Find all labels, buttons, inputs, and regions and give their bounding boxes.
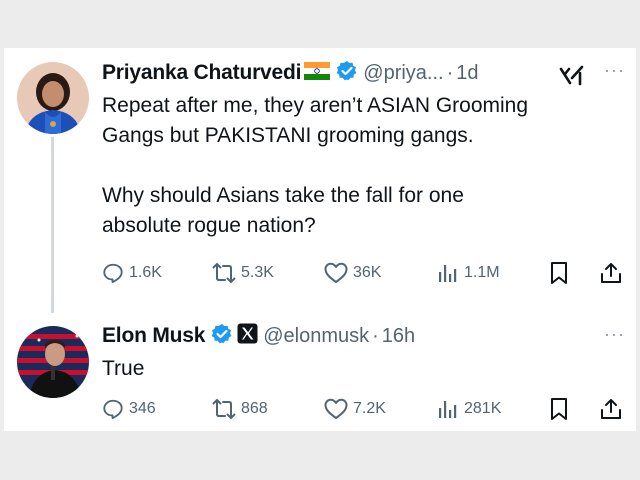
share-button[interactable]: [599, 260, 628, 286]
thread-connector: [51, 137, 54, 313]
text-line: Why should Asians take the fall for one: [102, 184, 464, 207]
repost-icon: [212, 263, 236, 283]
views-button[interactable]: 281K: [437, 396, 501, 422]
text-line: Gangs but PAKISTANI grooming gangs.: [102, 124, 474, 147]
share-icon: [601, 263, 621, 283]
avatar-image: [17, 326, 89, 398]
more-icon[interactable]: ···: [604, 60, 625, 81]
like-button[interactable]: 36K: [324, 260, 381, 286]
reply-count: 346: [129, 400, 156, 417]
author-handle[interactable]: @elonmusk: [263, 325, 369, 348]
repost-count: 5.3K: [241, 264, 274, 281]
india-flag-icon: [304, 61, 331, 85]
bookmark-icon: [551, 262, 567, 284]
views-button[interactable]: 1.1M: [437, 260, 500, 286]
verified-badge-icon: [211, 323, 233, 350]
more-icon[interactable]: ···: [604, 324, 625, 345]
repost-icon: [212, 399, 236, 419]
author-handle[interactable]: @priya...: [363, 62, 443, 85]
view-count: 1.1M: [464, 264, 500, 281]
views-chart-icon: [439, 265, 457, 282]
view-count: 281K: [464, 400, 502, 417]
action-bar: 346 868 7.2K 281K: [102, 396, 632, 422]
reply-button[interactable]: 346: [102, 396, 156, 422]
repost-button[interactable]: 868: [212, 396, 268, 422]
like-count: 36K: [353, 264, 382, 281]
timestamp[interactable]: 1d: [456, 62, 478, 85]
avatar[interactable]: [17, 62, 89, 134]
paragraph-1: Repeat after me, they aren’t ASIAN Groom…: [102, 91, 622, 151]
reply-button[interactable]: 1.6K: [102, 260, 162, 286]
bookmark-button[interactable]: [548, 396, 575, 422]
tweet-text: Repeat after me, they aren’t ASIAN Groom…: [102, 91, 622, 241]
avatar[interactable]: [17, 326, 89, 398]
text-line: Repeat after me, they aren’t ASIAN Groom…: [102, 94, 529, 117]
tweet-text: True: [102, 357, 145, 380]
action-bar: 1.6K 5.3K 36K 1.1M: [102, 260, 632, 286]
grok-icon[interactable]: [559, 65, 585, 92]
separator: ·: [446, 61, 454, 84]
author-name[interactable]: Elon Musk: [102, 324, 205, 348]
reply-icon: [103, 399, 123, 420]
avatar-image: [17, 62, 89, 134]
x-affiliate-badge-icon: [237, 323, 258, 349]
views-chart-icon: [439, 401, 457, 418]
reply-count: 1.6K: [129, 264, 162, 281]
separator: ·: [372, 324, 379, 347]
heart-icon: [324, 262, 348, 283]
verified-badge-icon: [336, 60, 358, 87]
reply-icon: [103, 263, 123, 284]
paragraph-2: Why should Asians take the fall for one …: [102, 181, 622, 241]
repost-count: 868: [241, 400, 268, 417]
bookmark-icon: [551, 398, 567, 420]
tweet-header: Priyanka Chaturvedi @priya... · 1d: [102, 58, 479, 88]
tweet-priyanka[interactable]: Priyanka Chaturvedi @priya... · 1d ··· R…: [4, 48, 636, 313]
text-line: absolute rogue nation?: [102, 214, 316, 237]
repost-button[interactable]: 5.3K: [212, 260, 274, 286]
share-icon: [601, 399, 621, 419]
timestamp[interactable]: 16h: [382, 325, 415, 348]
tweet-thread-card: Priyanka Chaturvedi @priya... · 1d ··· R…: [4, 48, 636, 431]
like-count: 7.2K: [353, 400, 386, 417]
share-button[interactable]: [599, 396, 628, 422]
tweet-header: Elon Musk @elonmusk · 16h: [102, 321, 415, 351]
author-name[interactable]: Priyanka Chaturvedi: [102, 61, 301, 85]
like-button[interactable]: 7.2K: [324, 396, 386, 422]
tweet-elon[interactable]: Elon Musk @elonmusk · 16h ··· True 346 8…: [4, 316, 636, 431]
bookmark-button[interactable]: [548, 260, 575, 286]
heart-icon: [324, 398, 348, 419]
